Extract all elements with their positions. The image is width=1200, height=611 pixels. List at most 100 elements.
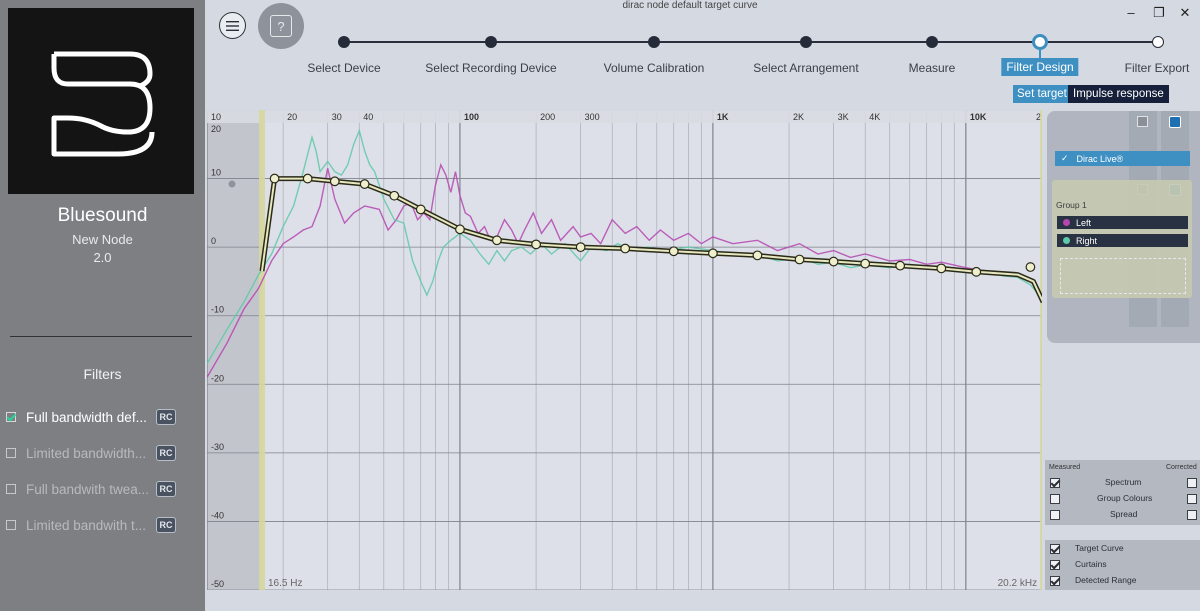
target-handle[interactable] (455, 224, 465, 235)
empty-group-slot[interactable] (1060, 258, 1186, 294)
step-filter-design[interactable]: Filter Design (1001, 58, 1079, 76)
legend-curtains: Curtains (1045, 559, 1200, 573)
target-handle[interactable] (708, 248, 718, 259)
option-group-colours: Group Colours (1045, 493, 1200, 507)
x-tick-label: 300 (585, 112, 600, 122)
x-tick-label: 10 (211, 112, 221, 122)
target-curve-checkbox[interactable] (1050, 544, 1060, 554)
x-tick-label: 4K (869, 112, 880, 122)
step-measure[interactable]: Measure (909, 61, 956, 75)
high-curtain-label: 20.2 kHz (998, 578, 1037, 589)
x-tick-label: 3K (838, 112, 849, 122)
target-handle[interactable] (575, 242, 586, 253)
step-filter-export[interactable]: Filter Export (1125, 61, 1190, 75)
dirac-live-item[interactable]: ✓ Dirac Live® (1055, 151, 1190, 166)
level-marker (228, 180, 236, 188)
frequency-response-chart[interactable]: 10 20 30 40 100 200 300 1K 2K 3K 4K 10K 2 20 10 0 -10 -20… (207, 110, 1042, 590)
channel-item-left[interactable]: Left (1057, 216, 1188, 229)
group-label: Group 1 (1056, 200, 1087, 210)
step-dot-filter-export[interactable] (1152, 36, 1164, 48)
group-colours-corrected-checkbox[interactable] (1187, 494, 1197, 504)
step-dot-volume-calibration[interactable] (648, 36, 660, 48)
target-handle[interactable] (828, 256, 839, 267)
option-label: Group Colours (1097, 493, 1153, 503)
target-handle[interactable] (794, 254, 805, 265)
y-tick-label: -30 (211, 442, 224, 452)
target-handle[interactable] (936, 263, 947, 274)
target-handle[interactable] (302, 173, 313, 184)
target-handle[interactable] (531, 239, 541, 250)
step-dot-filter-design[interactable] (1032, 34, 1048, 50)
target-handle[interactable] (492, 235, 502, 246)
spectrum-corrected-checkbox[interactable] (1187, 478, 1197, 488)
filter-checkbox[interactable] (6, 448, 16, 458)
step-dot-measure[interactable] (926, 36, 938, 48)
target-handle[interactable] (389, 190, 400, 201)
minimize-button[interactable]: – (1124, 5, 1138, 20)
tab-set-target[interactable]: Set target (1013, 85, 1071, 103)
target-handle[interactable] (752, 250, 763, 261)
step-dot-select-recording-device[interactable] (485, 36, 497, 48)
restore-button[interactable]: ❐ (1152, 5, 1166, 21)
x-tick-label: 1K (717, 112, 729, 122)
channel-label-right: Right (1076, 235, 1098, 246)
step-select-recording-device[interactable]: Select Recording Device (425, 61, 556, 75)
target-handle[interactable] (895, 260, 906, 271)
y-tick-label: 0 (211, 236, 216, 246)
high-curtain-handle (1040, 110, 1042, 590)
corrected-view-icon[interactable] (1169, 116, 1181, 128)
filter-item[interactable]: Limited bandwith t... RC (6, 514, 201, 536)
chart-svg[interactable]: 10 20 30 40 100 200 300 1K 2K 3K 4K 10K 220100-10-20… (207, 110, 1042, 590)
group-colours-measured-checkbox[interactable] (1050, 494, 1060, 504)
measured-header: Measured (1049, 464, 1081, 471)
target-handle[interactable] (668, 246, 679, 257)
step-select-arrangement[interactable]: Select Arrangement (753, 61, 858, 75)
detected-range-checkbox[interactable] (1050, 576, 1060, 586)
target-handle[interactable] (1025, 262, 1036, 272)
target-handle[interactable] (620, 243, 631, 254)
filter-label: Limited bandwith t... (26, 517, 147, 533)
left-channel-dot (1063, 219, 1070, 226)
measured-view-icon[interactable] (1137, 116, 1148, 127)
y-tick-label: 20 (211, 124, 221, 134)
dirac-live-label: Dirac Live® (1076, 153, 1124, 164)
device-version: 2.0 (93, 250, 112, 265)
menu-button[interactable] (219, 12, 246, 39)
channel-label-left: Left (1076, 217, 1092, 228)
step-dot-select-arrangement[interactable] (800, 36, 812, 48)
target-handle[interactable] (329, 176, 340, 187)
spread-corrected-checkbox[interactable] (1187, 510, 1197, 520)
filters-title: Filters (83, 366, 122, 382)
device-model: New Node (72, 232, 133, 247)
tab-impulse-response[interactable]: Impulse response (1068, 85, 1169, 103)
target-handle[interactable] (860, 258, 871, 269)
step-dot-select-device[interactable] (338, 36, 350, 48)
x-tick-label: 30 (332, 112, 342, 122)
low-curtain-label: 16.5 Hz (268, 578, 302, 589)
filter-checkbox[interactable] (6, 520, 16, 530)
x-tick-label: 40 (363, 112, 373, 122)
close-button[interactable]: ✕ (1178, 5, 1192, 21)
target-handle[interactable] (269, 173, 280, 184)
filter-item[interactable]: Limited bandwidth... RC (6, 442, 201, 464)
step-volume-calibration[interactable]: Volume Calibration (604, 61, 705, 75)
spread-measured-checkbox[interactable] (1050, 510, 1060, 520)
filter-label: Limited bandwidth... (26, 445, 147, 461)
target-handle[interactable] (971, 266, 982, 277)
y-tick-label: -20 (211, 373, 224, 383)
window-title: dirac node default target curve (622, 0, 758, 11)
curtains-checkbox[interactable] (1050, 560, 1060, 570)
filter-checkbox[interactable] (6, 484, 16, 494)
target-handle[interactable] (415, 204, 426, 215)
device-name: Bluesound (57, 205, 148, 226)
channel-item-right[interactable]: Right (1057, 234, 1188, 247)
step-select-device[interactable]: Select Device (307, 61, 380, 75)
filter-item[interactable]: Full bandwidth def... RC (6, 406, 201, 428)
y-tick-label: -40 (211, 510, 224, 520)
y-tick-label: -50 (211, 579, 224, 589)
filter-checkbox[interactable] (6, 412, 16, 422)
help-button[interactable]: ? (258, 3, 304, 49)
spectrum-measured-checkbox[interactable] (1050, 478, 1060, 488)
target-handle[interactable] (359, 179, 370, 189)
filter-item[interactable]: Full bandwith twea... RC (6, 478, 201, 500)
